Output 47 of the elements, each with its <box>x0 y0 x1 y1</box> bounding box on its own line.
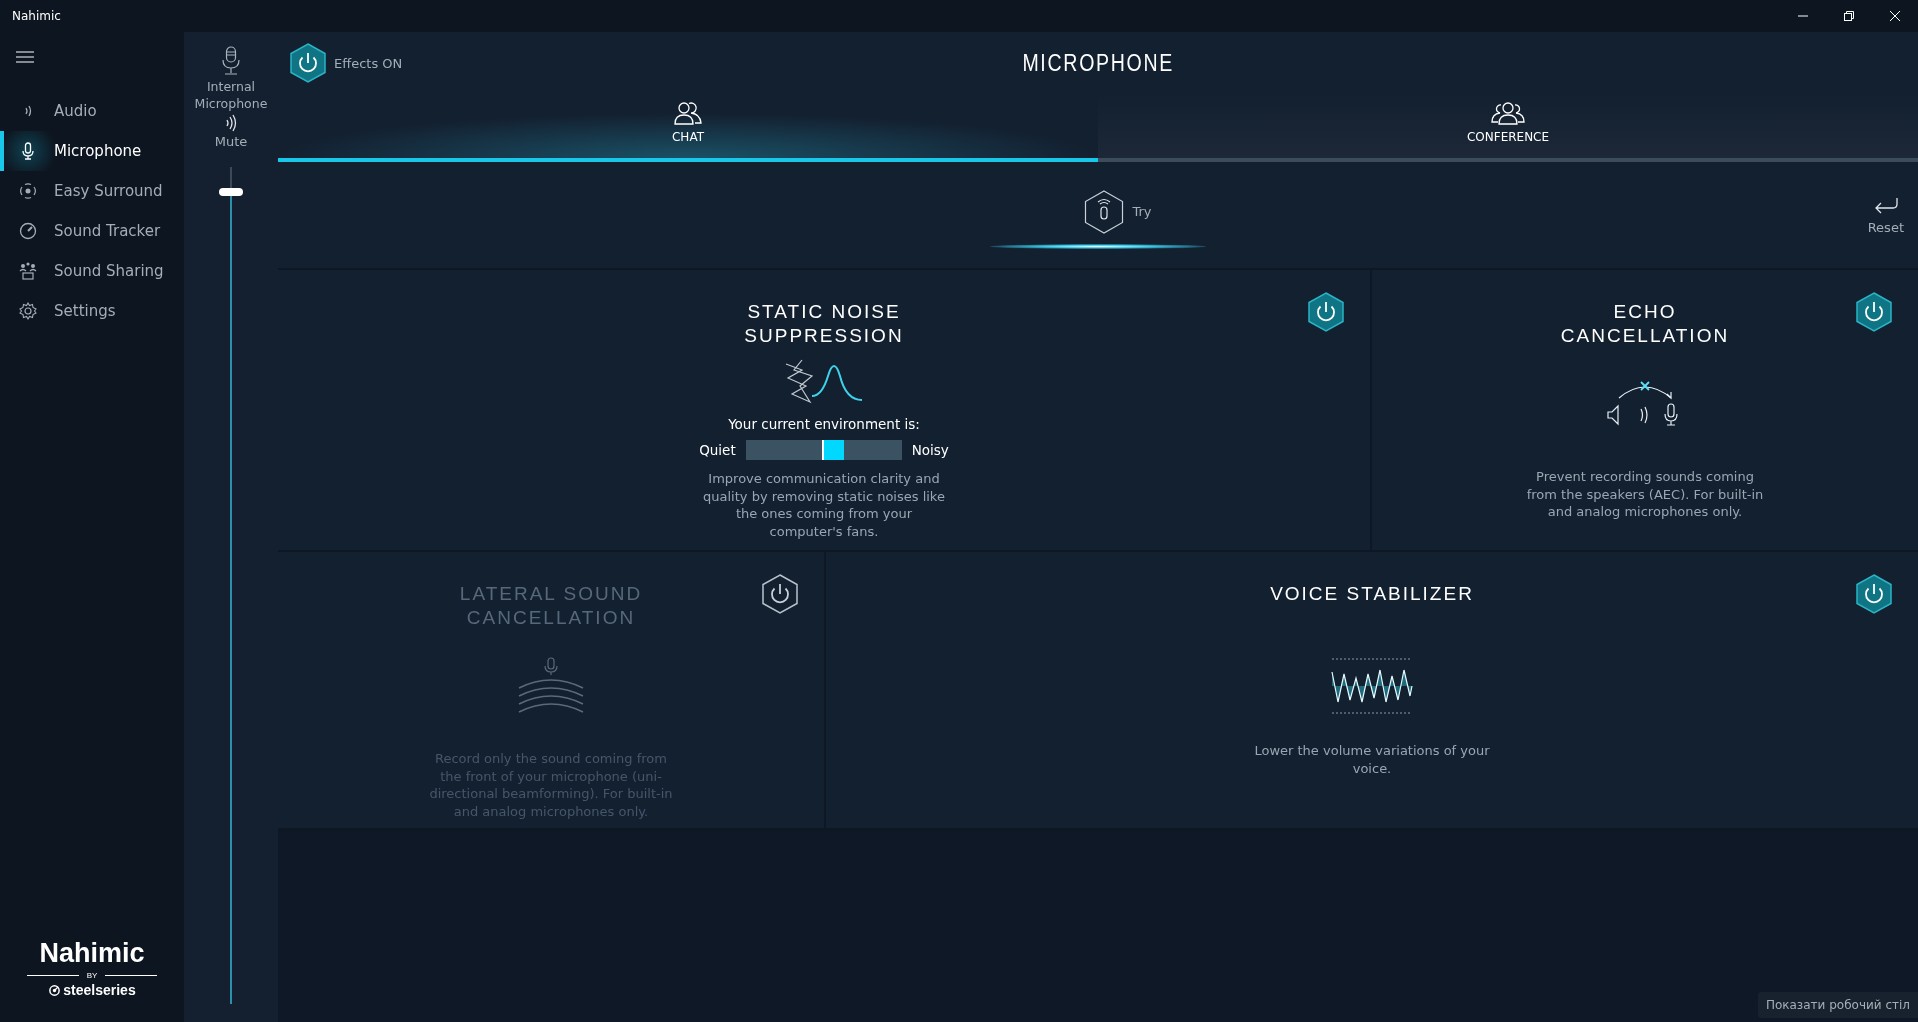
page-title: MICROPHONE <box>1022 49 1174 77</box>
effect-title: VOICE STABILIZER <box>1270 582 1474 606</box>
menu-icon <box>16 51 34 63</box>
effects-status: Effects ON <box>334 55 403 71</box>
sidebar-item[interactable]: Settings <box>0 291 184 331</box>
meter-caption: Your current environment is: <box>728 416 920 432</box>
sidebar-item[interactable]: Sound Sharing <box>0 251 184 291</box>
slider-thumb[interactable] <box>219 188 243 197</box>
window-title: Nahimic <box>12 9 61 23</box>
by-text: BY <box>86 971 98 980</box>
power-button[interactable] <box>290 43 326 83</box>
power-button[interactable] <box>762 574 798 614</box>
mute-button[interactable]: Mute <box>214 114 248 149</box>
effect-description: Improve communication clarity and quality by removing static noises like the ones coming from your computer's fans. <box>702 470 946 540</box>
partner-logo-text: steelseries <box>63 982 136 998</box>
reset-button[interactable]: Reset <box>1867 195 1904 235</box>
try-label: Try <box>1132 204 1152 219</box>
tooltip: Показати робочий стіл <box>1757 992 1918 1018</box>
gauge-icon <box>18 221 38 241</box>
surround-icon <box>18 181 38 201</box>
close-icon <box>1889 10 1901 22</box>
try-button[interactable] <box>1084 189 1125 234</box>
power-button[interactable] <box>1856 574 1892 614</box>
effect-description: Record only the sound coming from the front of your microphone (uni-directional beamforming). For built-in and analog microphones only. <box>428 750 674 820</box>
device-name: Internal Microphone <box>193 78 269 112</box>
brand-logo-text: Nahimic <box>39 938 145 969</box>
restore-icon <box>1843 10 1855 22</box>
power-button[interactable] <box>1856 292 1892 332</box>
effect-description: Lower the volume variations of your voice. <box>1253 742 1491 777</box>
two-people-icon <box>672 100 704 126</box>
people-icon <box>18 261 38 281</box>
meter-low-label: Quiet <box>699 442 736 458</box>
menu-button[interactable] <box>16 51 34 63</box>
microphone-icon <box>221 46 241 76</box>
sound-waves-icon <box>223 114 239 132</box>
effect-description: Prevent recording sounds coming from the speakers (AEC). For built-in and analog microphones only. <box>1525 468 1765 521</box>
three-people-icon <box>1490 100 1526 126</box>
sidebar-item[interactable]: Easy Surround <box>0 171 184 211</box>
microphone-hexagon-icon <box>1084 189 1125 234</box>
sidebar-item[interactable]: Audio <box>0 91 184 131</box>
settings-icon <box>18 301 38 321</box>
effect-title: LATERAL SOUND CANCELLATION <box>459 582 643 630</box>
meter-high-label: Noisy <box>911 442 949 458</box>
sidebar-item[interactable]: Sound Tracker <box>0 211 184 251</box>
power-button[interactable] <box>1308 292 1344 332</box>
effect-title: ECHO CANCELLATION <box>1560 300 1730 348</box>
effect-title: STATIC NOISE SUPPRESSION <box>744 300 904 348</box>
